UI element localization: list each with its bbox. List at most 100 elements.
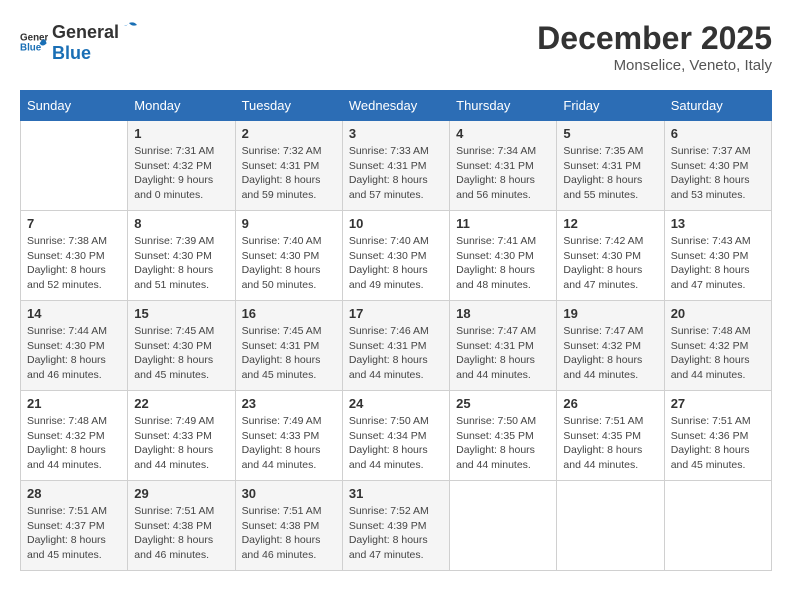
- calendar-cell: [21, 121, 128, 211]
- day-info: Sunrise: 7:38 AMSunset: 4:30 PMDaylight:…: [27, 234, 121, 293]
- calendar-cell: [450, 481, 557, 571]
- month-title: December 2025: [537, 20, 772, 57]
- calendar-table: SundayMondayTuesdayWednesdayThursdayFrid…: [20, 90, 772, 571]
- day-info: Sunrise: 7:52 AMSunset: 4:39 PMDaylight:…: [349, 504, 443, 563]
- calendar-cell: 14 Sunrise: 7:44 AMSunset: 4:30 PMDayligh…: [21, 301, 128, 391]
- day-number: 26: [563, 396, 657, 411]
- calendar-cell: 8Sunrise: 7:39 AMSunset: 4:30 PMDaylight…: [128, 211, 235, 301]
- calendar-cell: 2Sunrise: 7:32 AMSunset: 4:31 PMDaylight…: [235, 121, 342, 211]
- day-number: 21: [27, 396, 121, 411]
- weekday-header-friday: Friday: [557, 91, 664, 121]
- day-number: 25: [456, 396, 550, 411]
- day-number: 22: [134, 396, 228, 411]
- calendar-cell: 13 Sunrise: 7:43 AMSunset: 4:30 PMDayligh…: [664, 211, 771, 301]
- calendar-cell: [557, 481, 664, 571]
- calendar-cell: 12Sunrise: 7:42 AMSunset: 4:30 PMDayligh…: [557, 211, 664, 301]
- calendar-cell: 24 Sunrise: 7:50 AMSunset: 4:34 PMDayligh…: [342, 391, 449, 481]
- day-number: 31: [349, 486, 443, 501]
- calendar-cell: 19 Sunrise: 7:47 AMSunset: 4:32 PMDayligh…: [557, 301, 664, 391]
- day-number: 24: [349, 396, 443, 411]
- calendar-cell: 1Sunrise: 7:31 AMSunset: 4:32 PMDaylight…: [128, 121, 235, 211]
- calendar-cell: 21 Sunrise: 7:48 AMSunset: 4:32 PMDayligh…: [21, 391, 128, 481]
- day-info: Sunrise: 7:35 AMSunset: 4:31 PMDaylight:…: [563, 144, 657, 203]
- day-info: Sunrise: 7:51 AMSunset: 4:37 PMDaylight:…: [27, 504, 121, 563]
- calendar-week-row: 7 Sunrise: 7:38 AMSunset: 4:30 PMDaylight…: [21, 211, 772, 301]
- day-number: 30: [242, 486, 336, 501]
- day-info: Sunrise: 7:43 AMSunset: 4:30 PMDaylight:…: [671, 234, 765, 293]
- day-number: 10: [349, 216, 443, 231]
- day-info: Sunrise: 7:49 AMSunset: 4:33 PMDaylight:…: [242, 414, 336, 473]
- day-info: Sunrise: 7:48 AMSunset: 4:32 PMDaylight:…: [27, 414, 121, 473]
- day-info: Sunrise: 7:40 AMSunset: 4:30 PMDaylight:…: [349, 234, 443, 293]
- calendar-cell: 10 Sunrise: 7:40 AMSunset: 4:30 PMDayligh…: [342, 211, 449, 301]
- day-number: 13: [671, 216, 765, 231]
- calendar-week-row: 28Sunrise: 7:51 AMSunset: 4:37 PMDayligh…: [21, 481, 772, 571]
- logo-general-text: General: [52, 22, 119, 43]
- day-number: 9: [242, 216, 336, 231]
- day-number: 4: [456, 126, 550, 141]
- day-number: 17: [349, 306, 443, 321]
- day-number: 5: [563, 126, 657, 141]
- day-info: Sunrise: 7:48 AMSunset: 4:32 PMDaylight:…: [671, 324, 765, 383]
- day-info: Sunrise: 7:50 AMSunset: 4:34 PMDaylight:…: [349, 414, 443, 473]
- calendar-cell: 3 Sunrise: 7:33 AMSunset: 4:31 PMDaylight…: [342, 121, 449, 211]
- day-info: Sunrise: 7:47 AMSunset: 4:31 PMDaylight:…: [456, 324, 550, 383]
- day-number: 29: [134, 486, 228, 501]
- day-number: 8: [134, 216, 228, 231]
- calendar-cell: 22 Sunrise: 7:49 AMSunset: 4:33 PMDayligh…: [128, 391, 235, 481]
- calendar-cell: 6 Sunrise: 7:37 AMSunset: 4:30 PMDaylight…: [664, 121, 771, 211]
- calendar-cell: 4 Sunrise: 7:34 AMSunset: 4:31 PMDaylight…: [450, 121, 557, 211]
- day-number: 14: [27, 306, 121, 321]
- day-number: 1: [134, 126, 228, 141]
- weekday-header-tuesday: Tuesday: [235, 91, 342, 121]
- calendar-cell: 9Sunrise: 7:40 AMSunset: 4:30 PMDaylight…: [235, 211, 342, 301]
- page-header: General Blue General Blue December 2025 …: [20, 20, 772, 74]
- calendar-cell: 26Sunrise: 7:51 AMSunset: 4:35 PMDayligh…: [557, 391, 664, 481]
- location-title: Monselice, Veneto, Italy: [537, 57, 772, 74]
- day-number: 11: [456, 216, 550, 231]
- calendar-cell: 20 Sunrise: 7:48 AMSunset: 4:32 PMDayligh…: [664, 301, 771, 391]
- weekday-header-thursday: Thursday: [450, 91, 557, 121]
- logo: General Blue General Blue: [20, 20, 139, 64]
- day-info: Sunrise: 7:50 AMSunset: 4:35 PMDaylight:…: [456, 414, 550, 473]
- weekday-header-sunday: Sunday: [21, 91, 128, 121]
- calendar-cell: 27Sunrise: 7:51 AMSunset: 4:36 PMDayligh…: [664, 391, 771, 481]
- day-number: 19: [563, 306, 657, 321]
- calendar-cell: 11 Sunrise: 7:41 AMSunset: 4:30 PMDayligh…: [450, 211, 557, 301]
- calendar-cell: 15Sunrise: 7:45 AMSunset: 4:30 PMDayligh…: [128, 301, 235, 391]
- calendar-cell: 17 Sunrise: 7:46 AMSunset: 4:31 PMDayligh…: [342, 301, 449, 391]
- weekday-header-saturday: Saturday: [664, 91, 771, 121]
- day-info: Sunrise: 7:33 AMSunset: 4:31 PMDaylight:…: [349, 144, 443, 203]
- calendar-cell: 31 Sunrise: 7:52 AMSunset: 4:39 PMDayligh…: [342, 481, 449, 571]
- logo-icon: General Blue: [20, 28, 48, 56]
- day-info: Sunrise: 7:37 AMSunset: 4:30 PMDaylight:…: [671, 144, 765, 203]
- title-block: December 2025 Monselice, Veneto, Italy: [537, 20, 772, 74]
- day-number: 6: [671, 126, 765, 141]
- day-info: Sunrise: 7:41 AMSunset: 4:30 PMDaylight:…: [456, 234, 550, 293]
- day-info: Sunrise: 7:45 AMSunset: 4:31 PMDaylight:…: [242, 324, 336, 383]
- calendar-cell: 28Sunrise: 7:51 AMSunset: 4:37 PMDayligh…: [21, 481, 128, 571]
- day-info: Sunrise: 7:51 AMSunset: 4:36 PMDaylight:…: [671, 414, 765, 473]
- day-info: Sunrise: 7:49 AMSunset: 4:33 PMDaylight:…: [134, 414, 228, 473]
- day-info: Sunrise: 7:34 AMSunset: 4:31 PMDaylight:…: [456, 144, 550, 203]
- day-number: 20: [671, 306, 765, 321]
- calendar-week-row: 14 Sunrise: 7:44 AMSunset: 4:30 PMDayligh…: [21, 301, 772, 391]
- weekday-header-row: SundayMondayTuesdayWednesdayThursdayFrid…: [21, 91, 772, 121]
- day-info: Sunrise: 7:51 AMSunset: 4:38 PMDaylight:…: [134, 504, 228, 563]
- svg-text:Blue: Blue: [20, 42, 42, 53]
- day-number: 7: [27, 216, 121, 231]
- day-info: Sunrise: 7:46 AMSunset: 4:31 PMDaylight:…: [349, 324, 443, 383]
- calendar-cell: 16Sunrise: 7:45 AMSunset: 4:31 PMDayligh…: [235, 301, 342, 391]
- day-number: 2: [242, 126, 336, 141]
- calendar-cell: 5 Sunrise: 7:35 AMSunset: 4:31 PMDaylight…: [557, 121, 664, 211]
- day-number: 3: [349, 126, 443, 141]
- day-info: Sunrise: 7:44 AMSunset: 4:30 PMDaylight:…: [27, 324, 121, 383]
- day-info: Sunrise: 7:47 AMSunset: 4:32 PMDaylight:…: [563, 324, 657, 383]
- calendar-cell: [664, 481, 771, 571]
- day-number: 12: [563, 216, 657, 231]
- calendar-cell: 7 Sunrise: 7:38 AMSunset: 4:30 PMDaylight…: [21, 211, 128, 301]
- calendar-cell: 23Sunrise: 7:49 AMSunset: 4:33 PMDayligh…: [235, 391, 342, 481]
- weekday-header-wednesday: Wednesday: [342, 91, 449, 121]
- day-info: Sunrise: 7:51 AMSunset: 4:38 PMDaylight:…: [242, 504, 336, 563]
- logo-bird-icon: [120, 20, 138, 38]
